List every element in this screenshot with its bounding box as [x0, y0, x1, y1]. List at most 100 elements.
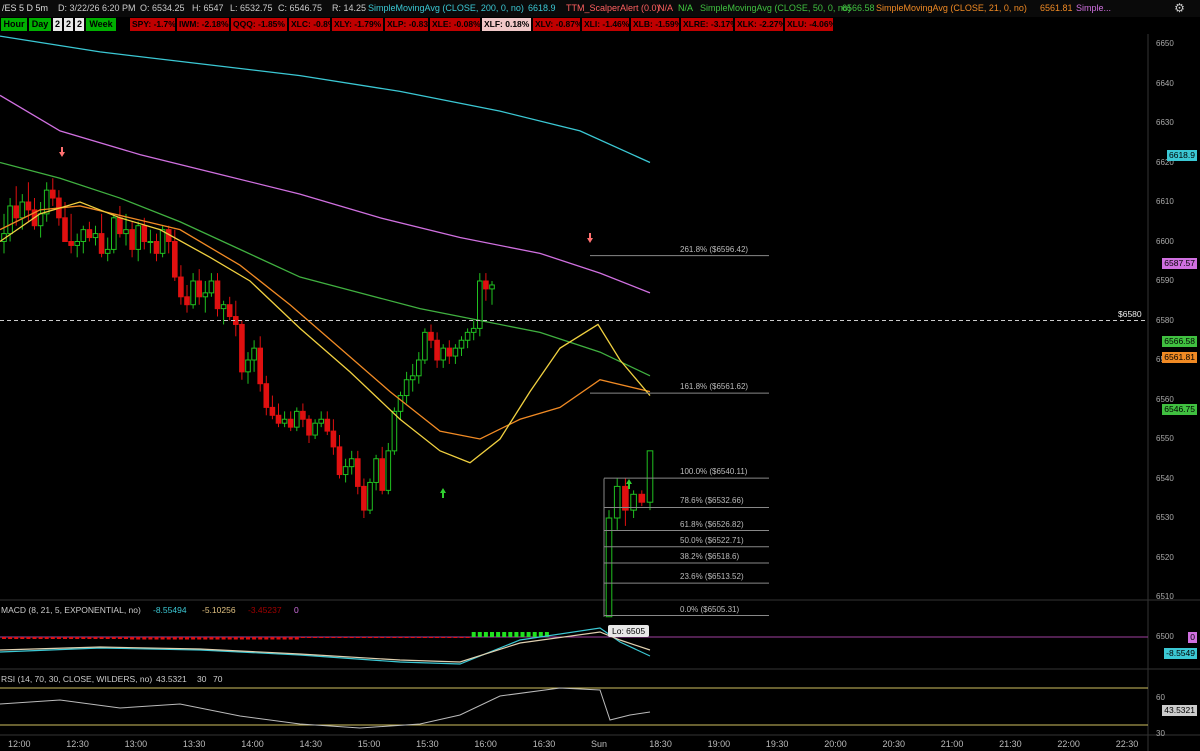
candle-body: [226, 304, 233, 318]
timeframe-5[interactable]: Week: [86, 18, 116, 31]
macd-histogram-bar: [349, 637, 354, 638]
timeframe-1[interactable]: Day: [29, 18, 51, 31]
macd-histogram-bar: [294, 637, 299, 640]
study-label-0: SimpleMovingAvg (CLOSE, 200, 0, no): [368, 3, 524, 13]
time-tick-16: 21:00: [940, 739, 964, 749]
candle-body: [178, 276, 184, 298]
sector-chip-13[interactable]: XLU: -4.06%: [785, 18, 836, 31]
macd-zero-tag: 0: [1188, 632, 1197, 643]
macd-histogram-bar: [93, 637, 98, 639]
rsi-tick-60: 60: [1156, 693, 1165, 702]
gear-icon[interactable]: ⚙: [1173, 2, 1186, 15]
sector-chip-3[interactable]: XLC: -0.8%: [289, 18, 335, 31]
macd-header-4: 0: [294, 605, 299, 615]
candle-body: [622, 485, 629, 511]
candle-body: [452, 347, 459, 357]
sma-50-line: [0, 161, 651, 377]
candle-body: [7, 205, 13, 235]
candle-body: [196, 280, 202, 298]
study-label-9: Simple...: [1076, 3, 1112, 13]
candle-body: [43, 189, 50, 215]
time-tick-18: 22:00: [1057, 739, 1080, 749]
macd-histogram-bar: [233, 637, 238, 640]
time-tick-15: 20:30: [882, 739, 906, 749]
macd-histogram-bar: [215, 637, 220, 640]
candle-body: [172, 241, 178, 278]
open-label: O: 6534.25: [140, 3, 185, 13]
chart-canvas[interactable]: [0, 0, 1200, 751]
sector-chip-7[interactable]: XLF: 0.18%: [482, 18, 531, 31]
study-label-5: SimpleMovingAvg (CLOSE, 50, 0, no): [700, 3, 851, 13]
macd-histogram-bar: [227, 637, 232, 640]
candle-body: [68, 241, 74, 246]
macd-histogram-bar: [429, 637, 433, 638]
sector-chip-1[interactable]: IWM: -2.18%: [177, 18, 229, 31]
candle-body: [638, 493, 646, 503]
fib-label-0: 261.8% ($6596.42): [680, 244, 749, 254]
macd-histogram-bar: [368, 637, 372, 638]
macd-histogram-bar: [313, 637, 318, 638]
candle-body: [92, 233, 99, 239]
candle-body: [470, 327, 477, 333]
candle-body: [355, 458, 361, 487]
timeframe-3[interactable]: 2: [64, 18, 73, 31]
candle-body: [422, 331, 428, 361]
timeframe-4[interactable]: 2: [75, 18, 84, 31]
fib-label-1: 161.8% ($6561.62): [680, 382, 749, 392]
price-tag-2: 6566.58: [1162, 336, 1197, 347]
sector-chip-0[interactable]: SPY: -1.7%: [130, 18, 176, 31]
symbol-label[interactable]: /ES 5 D 5m: [2, 2, 48, 15]
fib-label-4: 61.8% ($6526.82): [680, 519, 744, 529]
fib-label-8: 0.0% ($6505.31): [680, 604, 740, 614]
sector-chip-2[interactable]: QQQ: -1.85%: [231, 18, 287, 31]
price-tick-1: 6640: [1156, 78, 1174, 88]
fib-label-6: 38.2% ($6518.6): [680, 552, 740, 562]
candle-body: [324, 418, 331, 432]
candle-body: [25, 201, 32, 211]
time-tick-2: 13:00: [124, 739, 148, 749]
fib-label-2: 100.0% ($6540.11): [680, 467, 748, 477]
macd-histogram-bar: [2, 637, 6, 639]
price-tick-2: 6630: [1156, 118, 1174, 127]
timeframe-2[interactable]: 2: [53, 18, 62, 31]
candle-body: [464, 331, 471, 341]
timeframe-0[interactable]: Hour: [1, 18, 27, 31]
macd-histogram-bar: [288, 637, 293, 640]
price-tick-14: 6510: [1156, 592, 1174, 601]
macd-histogram-bar: [87, 637, 92, 639]
sector-chip-12[interactable]: XLK: -2.27%: [735, 18, 786, 31]
macd-histogram-bar: [398, 637, 403, 638]
sector-chip-11[interactable]: XLRE: -3.17%: [681, 18, 738, 31]
candle-body: [214, 280, 221, 310]
sector-chip-9[interactable]: XLI: -1.46%: [582, 18, 629, 31]
macd-histogram-bar: [471, 632, 476, 637]
candle-body: [281, 418, 288, 424]
candle-body: [98, 233, 105, 254]
candle-body: [373, 458, 379, 483]
macd-histogram-bar: [8, 637, 13, 639]
sector-chip-4[interactable]: XLY: -1.79%: [332, 18, 383, 31]
macd-histogram-bar: [185, 637, 189, 640]
macd-histogram-bar: [307, 637, 311, 638]
price-tick-9: 6560: [1156, 394, 1174, 404]
sector-chip-8[interactable]: XLV: -0.87%: [533, 18, 583, 31]
sector-chip-10[interactable]: XLB: -1.59%: [631, 18, 682, 31]
time-tick-14: 20:00: [824, 739, 847, 749]
sector-chip-5[interactable]: XLP: -0.83%: [385, 18, 436, 31]
candle-body: [646, 450, 654, 503]
candle-body: [184, 296, 190, 306]
candle-body: [159, 229, 166, 254]
candle-body: [251, 347, 257, 361]
sector-chip-6[interactable]: XLE: -0.08%: [430, 18, 481, 31]
candle-body: [605, 517, 613, 618]
close-label: C: 6546.75: [278, 3, 323, 13]
candle-body: [62, 217, 68, 243]
macd-histogram-bar: [483, 632, 488, 637]
time-tick-19: 22:30: [1115, 739, 1139, 749]
macd-histogram-bar: [319, 637, 324, 638]
price-tick-5: 6600: [1156, 236, 1174, 246]
macd-histogram-bar: [361, 637, 366, 638]
time-tick-17: 21:30: [999, 739, 1022, 749]
macd-histogram-bar: [160, 637, 165, 640]
macd-header-1: -8.55494: [153, 605, 187, 615]
